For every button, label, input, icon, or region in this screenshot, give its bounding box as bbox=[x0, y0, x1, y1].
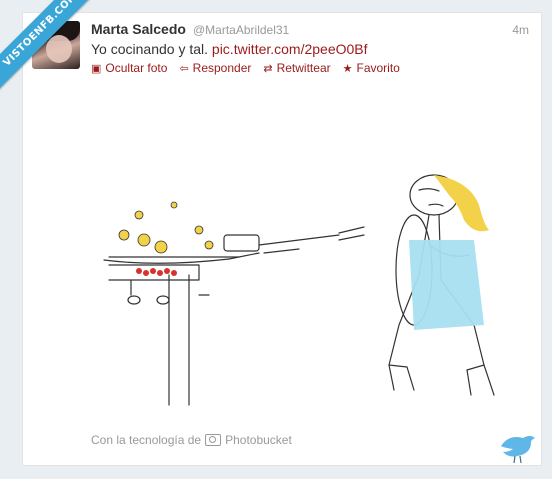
author-handle[interactable]: @MartaAbrildel31 bbox=[193, 23, 289, 37]
avatar-face bbox=[46, 35, 72, 63]
hair-fill bbox=[434, 175, 489, 232]
favorite-button[interactable]: ★ Favorito bbox=[343, 61, 400, 75]
tweet-time[interactable]: 4m bbox=[512, 23, 529, 37]
dress-fill bbox=[409, 240, 484, 330]
credit-prefix: Con la tecnología de bbox=[91, 433, 202, 447]
reply-label: Responder bbox=[192, 61, 252, 75]
favorite-label: Favorito bbox=[356, 61, 400, 75]
twitter-bird-icon bbox=[501, 436, 535, 464]
tweet-link[interactable]: pic.twitter.com/2peeO0Bf bbox=[212, 41, 368, 57]
author-name[interactable]: Marta Salcedo bbox=[91, 21, 186, 37]
hide-photo-button[interactable]: ▣ Ocultar foto bbox=[91, 61, 167, 75]
reply-arrow-icon: ⇦ bbox=[179, 62, 189, 75]
tweet-photo-drawing[interactable] bbox=[89, 95, 529, 415]
tweet-actions: ▣ Ocultar foto ⇦ Responder ⇄ Retwittear … bbox=[91, 61, 400, 75]
tweet-card: Marta Salcedo @MartaAbrildel31 4m Yo coc… bbox=[22, 12, 542, 466]
retweet-button[interactable]: ⇄ Retwittear bbox=[263, 61, 330, 75]
hide-photo-label: Ocultar foto bbox=[105, 61, 168, 75]
tweet-body: Yo cocinando y tal. bbox=[91, 41, 209, 57]
tweet-text: Yo cocinando y tal. pic.twitter.com/2pee… bbox=[91, 41, 368, 57]
camera-icon bbox=[205, 434, 222, 446]
star-icon: ★ bbox=[342, 62, 353, 75]
credit-provider[interactable]: Photobucket bbox=[225, 433, 292, 447]
reply-button[interactable]: ⇦ Responder bbox=[179, 61, 251, 75]
photo-icon: ▣ bbox=[91, 62, 102, 75]
retweet-icon: ⇄ bbox=[263, 62, 273, 75]
photo-credit: Con la tecnología de Photobucket bbox=[91, 433, 292, 447]
retweet-label: Retwittear bbox=[276, 61, 331, 75]
